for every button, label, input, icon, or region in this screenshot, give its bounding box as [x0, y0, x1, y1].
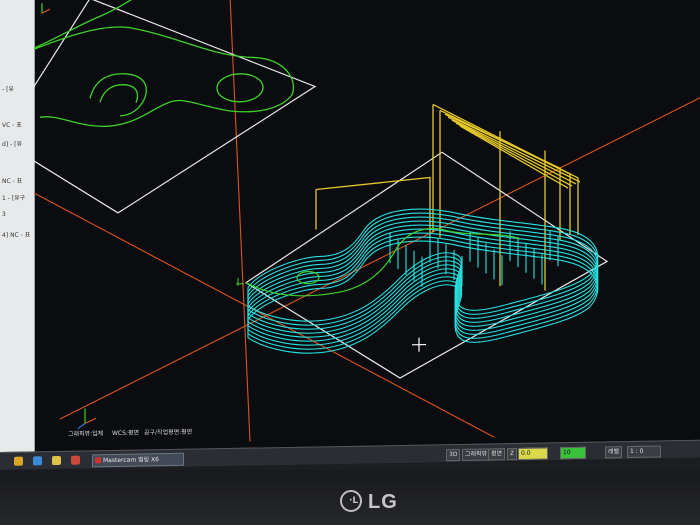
- folder-icon[interactable]: [14, 456, 23, 466]
- layer-label: 레벨: [605, 446, 623, 459]
- graphic-view-label: 그래픽뷰:입체: [68, 430, 104, 438]
- layer-value-field[interactable]: 1 : 0: [627, 445, 661, 459]
- z-depth-field[interactable]: 0.0: [518, 447, 548, 460]
- operation-item[interactable]: 1 - [유구: [2, 193, 25, 202]
- monitor-screen: - [유 VC - 표 d] - [유 NC - 표 1 - [유구 3 4] …: [0, 0, 700, 470]
- viewport-canvas: [34, 0, 700, 446]
- green-wireframe-top: [34, 0, 294, 127]
- top-axis-triad-icon: [41, 3, 51, 14]
- lg-brand-text: LG: [368, 491, 398, 513]
- operation-item[interactable]: 4] NC - 표: [2, 229, 30, 238]
- plane-button[interactable]: 평면: [488, 448, 506, 461]
- wcs-label: WCS:평면: [112, 429, 139, 438]
- orange-axis-lines: [34, 0, 700, 446]
- operation-item[interactable]: d] - [유: [2, 139, 22, 148]
- lg-logo: ·L LG: [340, 490, 410, 514]
- level-color-field[interactable]: 10: [560, 446, 586, 460]
- cursor-crosshair-icon: [412, 337, 426, 352]
- mode-3d-button[interactable]: 3D: [446, 448, 461, 462]
- browser-icon[interactable]: [33, 456, 42, 466]
- operation-item[interactable]: NC - 표: [2, 176, 22, 185]
- media-icon[interactable]: [71, 455, 80, 465]
- mastercam-taskbar-label: Mastercam 밀링 X6: [103, 456, 159, 465]
- stock-boundary-bottom: [244, 151, 609, 379]
- graphic-view-button[interactable]: 그래픽뷰: [462, 448, 491, 461]
- operations-manager-panel: - [유 VC - 표 d] - [유 NC - 표 1 - [유구 3 4] …: [0, 0, 35, 456]
- z-label: Z: [507, 447, 518, 461]
- windows-taskbar: Mastercam 밀링 X6 3D 그래픽뷰 평면 Z 0.0 10 레벨 1…: [0, 439, 700, 470]
- operation-item[interactable]: VC - 표: [2, 120, 22, 129]
- operation-item[interactable]: - [유: [2, 84, 14, 93]
- tool-plane-label: 공구/작업평면:평면: [144, 428, 193, 437]
- mastercam-taskbar-button[interactable]: Mastercam 밀링 X6: [92, 452, 184, 468]
- lg-emblem-icon: ·L: [340, 490, 362, 512]
- view-axis-triad-icon: [77, 408, 97, 430]
- operation-item[interactable]: 3: [2, 211, 6, 218]
- graphics-viewport[interactable]: [34, 0, 700, 446]
- stock-boundary-top: [34, 0, 317, 214]
- explorer-icon[interactable]: [52, 455, 61, 466]
- mastercam-icon: [95, 457, 101, 464]
